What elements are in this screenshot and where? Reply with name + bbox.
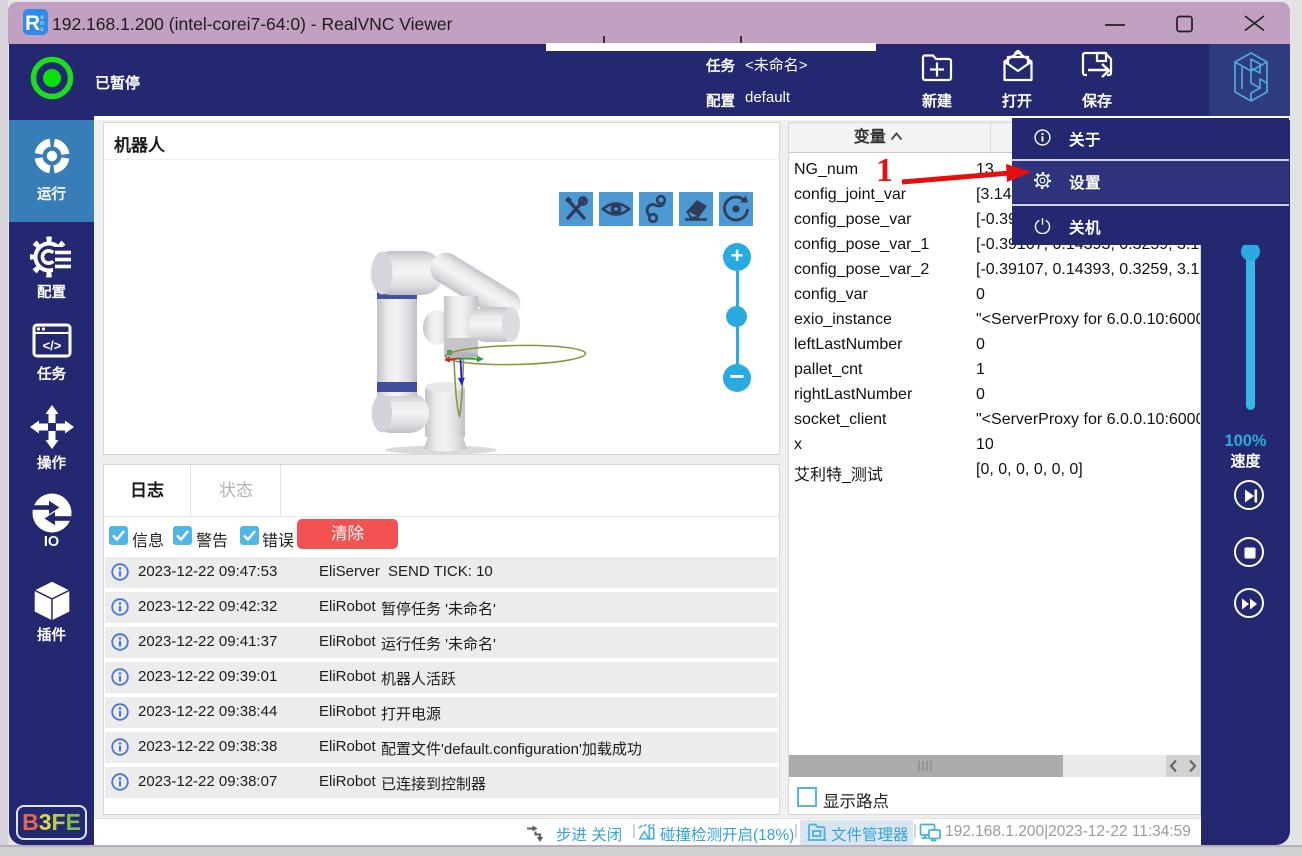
svg-text:R: R — [25, 12, 40, 35]
svg-text:</>: </> — [43, 338, 62, 353]
